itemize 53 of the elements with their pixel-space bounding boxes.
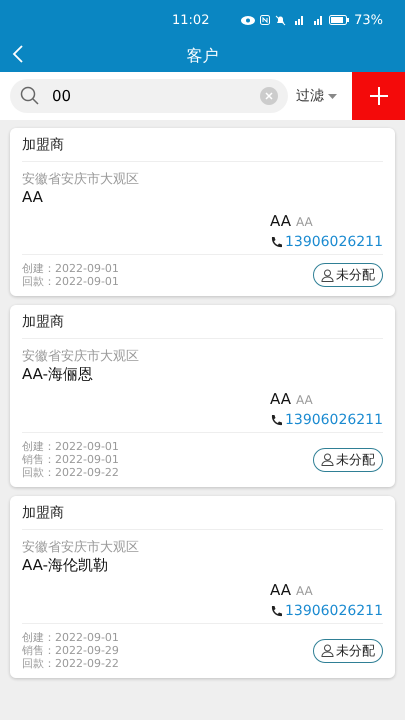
contact-subtitle: AA bbox=[296, 393, 313, 407]
filter-dropdown[interactable]: 过滤 bbox=[296, 87, 337, 105]
date-line: 销售：2022-09-29 bbox=[22, 644, 119, 657]
customer-type: 加盟商 bbox=[22, 496, 383, 530]
eye-icon bbox=[241, 16, 256, 24]
status-time: 11:02 bbox=[172, 12, 210, 28]
customer-card[interactable]: 加盟商 安徽省安庆市大观区 AA-海伦凯勒 AA AA 13906026211 创建：2022-09-01 销售：2022-09-29 回款：2022-09-22 未分配 bbox=[10, 496, 395, 678]
contact-name: AA bbox=[270, 390, 291, 408]
date-line: 创建：2022-09-01 bbox=[22, 631, 119, 644]
phone-icon bbox=[270, 414, 284, 426]
customer-card[interactable]: 加盟商 安徽省安庆市大观区 AA-海俪恩 AA AA 13906026211 创建：2022-09-01 销售：2022-09-01 回款：2022-09-22 未分配 bbox=[10, 305, 395, 487]
customer-address: 安徽省安庆市大观区 bbox=[22, 348, 140, 365]
battery-level: 73% bbox=[354, 12, 383, 28]
customer-name: AA-海伦凯勒 bbox=[22, 556, 110, 575]
battery-icon bbox=[329, 15, 350, 25]
date-line: 创建：2022-09-01 bbox=[22, 262, 119, 275]
person-icon bbox=[321, 453, 334, 466]
customer-type: 加盟商 bbox=[22, 128, 383, 162]
plus-icon bbox=[370, 87, 388, 105]
phone-link[interactable]: 13906026211 bbox=[285, 234, 383, 250]
customer-address: 安徽省安庆市大观区 bbox=[22, 539, 140, 556]
customer-name: AA-海俪恩 bbox=[22, 365, 94, 384]
person-icon bbox=[321, 644, 334, 657]
customer-card[interactable]: 加盟商 安徽省安庆市大观区 AA AA AA 13906026211 创建：2022-09-01 回款：2022-09-01 未分配 bbox=[10, 128, 395, 296]
date-line: 销售：2022-09-01 bbox=[22, 453, 119, 466]
back-icon bbox=[12, 44, 24, 64]
bell-muted-icon bbox=[275, 14, 286, 26]
page-title: 客户 bbox=[186, 46, 218, 66]
phone-link[interactable]: 13906026211 bbox=[285, 603, 383, 619]
caret-icon bbox=[328, 94, 337, 98]
phone-link[interactable]: 13906026211 bbox=[285, 412, 383, 428]
person-icon bbox=[321, 268, 334, 282]
search-input[interactable]: 00 bbox=[50, 86, 250, 106]
phone-icon bbox=[270, 604, 284, 618]
contact-name: AA bbox=[270, 581, 291, 599]
nfc-icon bbox=[260, 15, 270, 25]
customer-address: 安徽省安庆市大观区 bbox=[22, 171, 140, 188]
phone-icon bbox=[270, 236, 284, 248]
contact-name: AA bbox=[270, 212, 291, 230]
date-line: 回款：2022-09-22 bbox=[22, 466, 119, 479]
contact-subtitle: AA bbox=[296, 584, 313, 598]
search-field[interactable]: 00 bbox=[10, 79, 288, 113]
date-line: 回款：2022-09-01 bbox=[22, 275, 119, 288]
date-line: 创建：2022-09-01 bbox=[22, 440, 119, 453]
customer-name: AA bbox=[22, 188, 44, 206]
contact-subtitle: AA bbox=[296, 215, 313, 229]
assign-status-button[interactable]: 未分配 bbox=[313, 638, 383, 662]
add-button[interactable] bbox=[352, 72, 405, 120]
assign-status-button[interactable]: 未分配 bbox=[313, 448, 383, 472]
customer-type: 加盟商 bbox=[22, 305, 383, 339]
assign-status-button[interactable]: 未分配 bbox=[313, 263, 383, 287]
search-icon bbox=[20, 86, 40, 106]
date-line: 回款：2022-09-22 bbox=[22, 657, 119, 670]
